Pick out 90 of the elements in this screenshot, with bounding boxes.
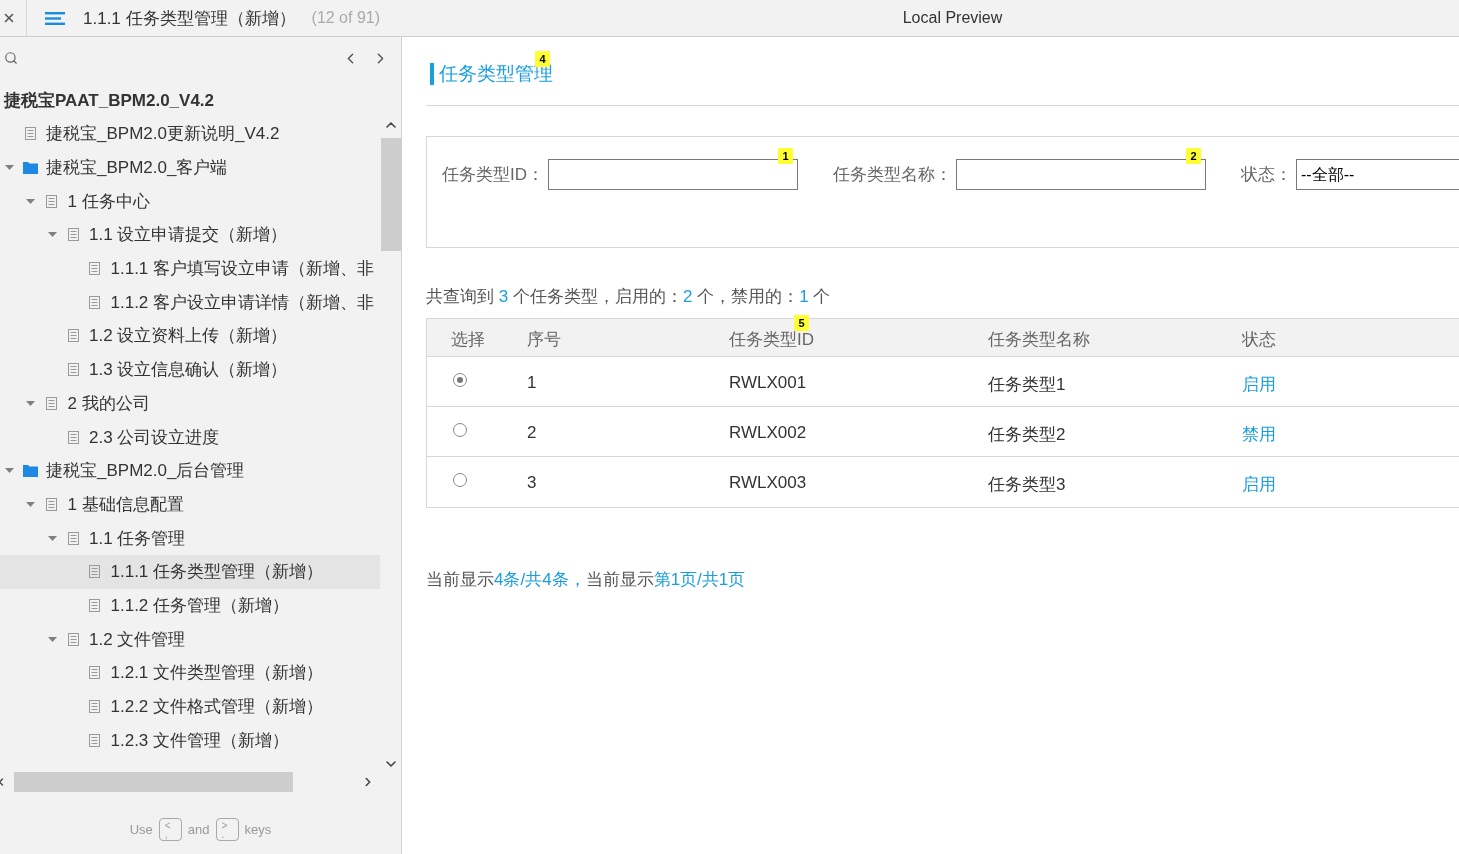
table-cell-text: RWLX002 — [729, 421, 807, 443]
search-icon[interactable] — [4, 51, 18, 65]
radio-button[interactable] — [453, 422, 467, 437]
field-label: 任务类型ID： — [442, 164, 544, 186]
pagination-text: 当前显示4条/共4条，当前显示第1页/共1页 — [426, 569, 746, 591]
document-icon — [46, 497, 57, 511]
caret-icon[interactable] — [26, 501, 35, 507]
document-icon — [67, 329, 79, 343]
tree-item[interactable]: 1.1 任务管理 — [0, 521, 380, 555]
tree-item[interactable]: 1.2 设立资料上传（新增） — [0, 319, 380, 353]
footnote-badge: 2 — [1186, 148, 1201, 164]
column-header: 选择 — [451, 331, 485, 349]
table-cell-text: 任务类型2 — [988, 423, 1066, 446]
caret-icon[interactable] — [4, 468, 14, 474]
menu-icon[interactable] — [45, 11, 65, 25]
tree-item[interactable]: 1.1.1 客户填写设立申请（新增、非 — [0, 251, 380, 286]
radio-button[interactable] — [453, 372, 467, 387]
tree-item[interactable]: 2 我的公司 — [0, 386, 380, 421]
document-icon — [67, 531, 79, 545]
document-icon — [46, 194, 57, 208]
document-icon — [89, 666, 100, 680]
footnote-badge: 1 — [778, 148, 793, 164]
table-cell-text: RWLX001 — [729, 371, 807, 393]
tree-item[interactable]: 1.3 设立信息确认（新增） — [0, 352, 380, 387]
document-icon — [24, 127, 36, 141]
help-text: and — [187, 822, 210, 837]
caret-icon[interactable] — [4, 165, 14, 171]
caret-icon[interactable] — [47, 535, 57, 541]
footnote-badge: 4 — [535, 51, 550, 67]
folder-icon — [22, 161, 38, 174]
caret-icon[interactable] — [26, 400, 35, 406]
input-field[interactable] — [548, 159, 798, 190]
column-header: 任务类型名称 — [988, 331, 1090, 349]
tree-item[interactable]: 1.1.1 任务类型管理（新增） — [0, 554, 380, 589]
title-accent-bar — [430, 62, 434, 85]
tree-item[interactable]: 1.2.1 文件类型管理（新增） — [0, 656, 380, 690]
field-label: 任务类型名称： — [833, 164, 952, 186]
help-text: keys — [244, 822, 272, 837]
caret-icon[interactable] — [47, 636, 57, 642]
project-title: 捷税宝PAAT_BPM2.0_V4.2 — [2, 90, 215, 112]
column-header: 序号 — [527, 331, 561, 349]
page-title: 1.1.1 任务类型管理（新增） — [83, 7, 296, 30]
document-icon — [67, 430, 79, 444]
tree-item[interactable]: 1 基础信息配置 — [0, 487, 380, 522]
keyboard-key: > . — [215, 818, 239, 841]
page-counter: (12 of 91) — [311, 9, 381, 27]
caret-icon[interactable] — [26, 198, 35, 204]
table-cell-text: 2 — [527, 421, 537, 443]
help-text: Use — [129, 822, 153, 837]
summary-text: 共查询到 3 个任务类型，启用的：2 个，禁用的：1 个 — [426, 286, 831, 308]
tree-item[interactable]: 2.3 公司设立进度 — [0, 420, 380, 454]
table-cell-text: 3 — [527, 472, 537, 493]
document-icon — [89, 733, 100, 747]
document-icon — [89, 598, 100, 612]
document-icon — [46, 396, 57, 410]
table-cell-text: RWLX003 — [729, 472, 807, 493]
keyboard-key: < , — [158, 818, 182, 841]
field-label: 状态： — [1241, 164, 1292, 186]
scrollbar-thumb[interactable] — [380, 138, 401, 251]
tree-item[interactable]: 1.2.3 文件管理（新增） — [0, 723, 380, 758]
tree-item[interactable]: 1.1.2 客户设立申请详情（新增、非 — [0, 285, 380, 320]
table-cell-text: 1 — [527, 371, 537, 393]
scrollbar-thumb[interactable] — [14, 772, 293, 792]
document-icon — [67, 363, 79, 377]
column-header: 状态 — [1242, 331, 1276, 349]
tree-item[interactable]: 1.1.2 任务管理（新增） — [0, 588, 380, 623]
caret-icon[interactable] — [47, 232, 57, 238]
document-icon — [89, 565, 100, 579]
column-header: 任务类型ID — [729, 331, 814, 349]
tree-item[interactable]: 1.2.2 文件格式管理（新增） — [0, 689, 380, 724]
tree-item[interactable]: 捷税宝_BPM2.0_后台管理 — [0, 453, 380, 488]
status-select[interactable]: --全部-- — [1296, 159, 1459, 190]
folder-icon — [22, 464, 38, 477]
input-field[interactable] — [956, 159, 1206, 190]
radio-button[interactable] — [453, 473, 467, 487]
document-icon — [67, 632, 79, 646]
tree-item[interactable]: 1.1 设立申请提交（新增） — [0, 218, 380, 252]
close-icon[interactable] — [2, 11, 16, 25]
tree-item[interactable]: 1 任务中心 — [0, 184, 380, 219]
document-icon — [89, 700, 100, 714]
document-icon — [89, 295, 100, 309]
tree-item[interactable]: 捷税宝_BPM2.0更新说明_V4.2 — [0, 117, 380, 151]
tree-item[interactable]: 1.2 文件管理 — [0, 622, 380, 656]
table-cell-text: 任务类型3 — [988, 474, 1066, 496]
preview-title: Local Preview — [902, 9, 1003, 27]
document-icon — [89, 262, 100, 276]
table-cell-text: 任务类型1 — [988, 373, 1066, 396]
tree-item[interactable]: 捷税宝_BPM2.0_客户端 — [0, 150, 380, 185]
document-icon — [67, 228, 79, 242]
footnote-badge: 5 — [794, 315, 809, 331]
